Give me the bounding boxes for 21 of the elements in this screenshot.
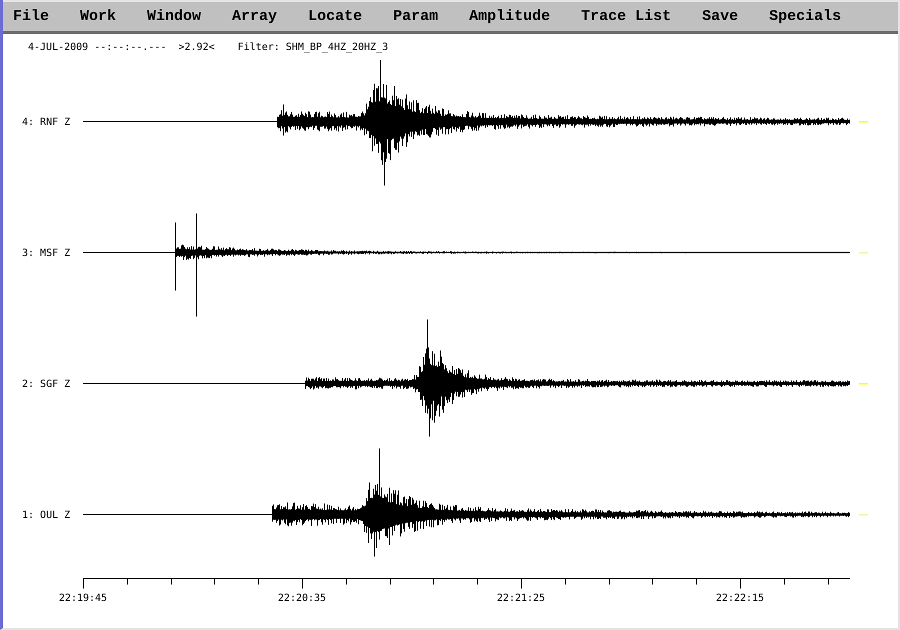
menu-item[interactable]: Save [699,5,742,28]
menu-item[interactable]: File [10,5,52,28]
menu-item[interactable]: Window [144,5,204,28]
menu-item[interactable]: Amplitude [466,5,554,28]
menu-item[interactable]: Array [229,5,280,28]
trace-label: 1: OUL Z [22,510,70,521]
scale-text: >2.92< [178,42,215,52]
time-label: 22:19:45 [58,593,108,604]
time-label: 22:20:35 [278,593,326,604]
menu-item[interactable]: Work [77,5,120,28]
menu-item[interactable]: Param [390,5,442,28]
menu-item[interactable]: Trace List [578,5,674,28]
filter-text: Filter: SHM_BP_4HZ_20HZ_3 [238,42,388,52]
time-label: 22:21:25 [496,593,546,604]
menu-item[interactable]: Locate [305,5,366,28]
time-label: 22:22:15 [716,593,764,604]
menu-item[interactable]: Specials [766,5,844,28]
trace-label: 2: SGF Z [22,379,70,390]
date-time-text: 4-JUL-2009 --:--:--.--- [28,42,166,52]
trace-label: 4: RNF Z [22,117,70,128]
trace-label: 3: MSF Z [22,248,70,259]
